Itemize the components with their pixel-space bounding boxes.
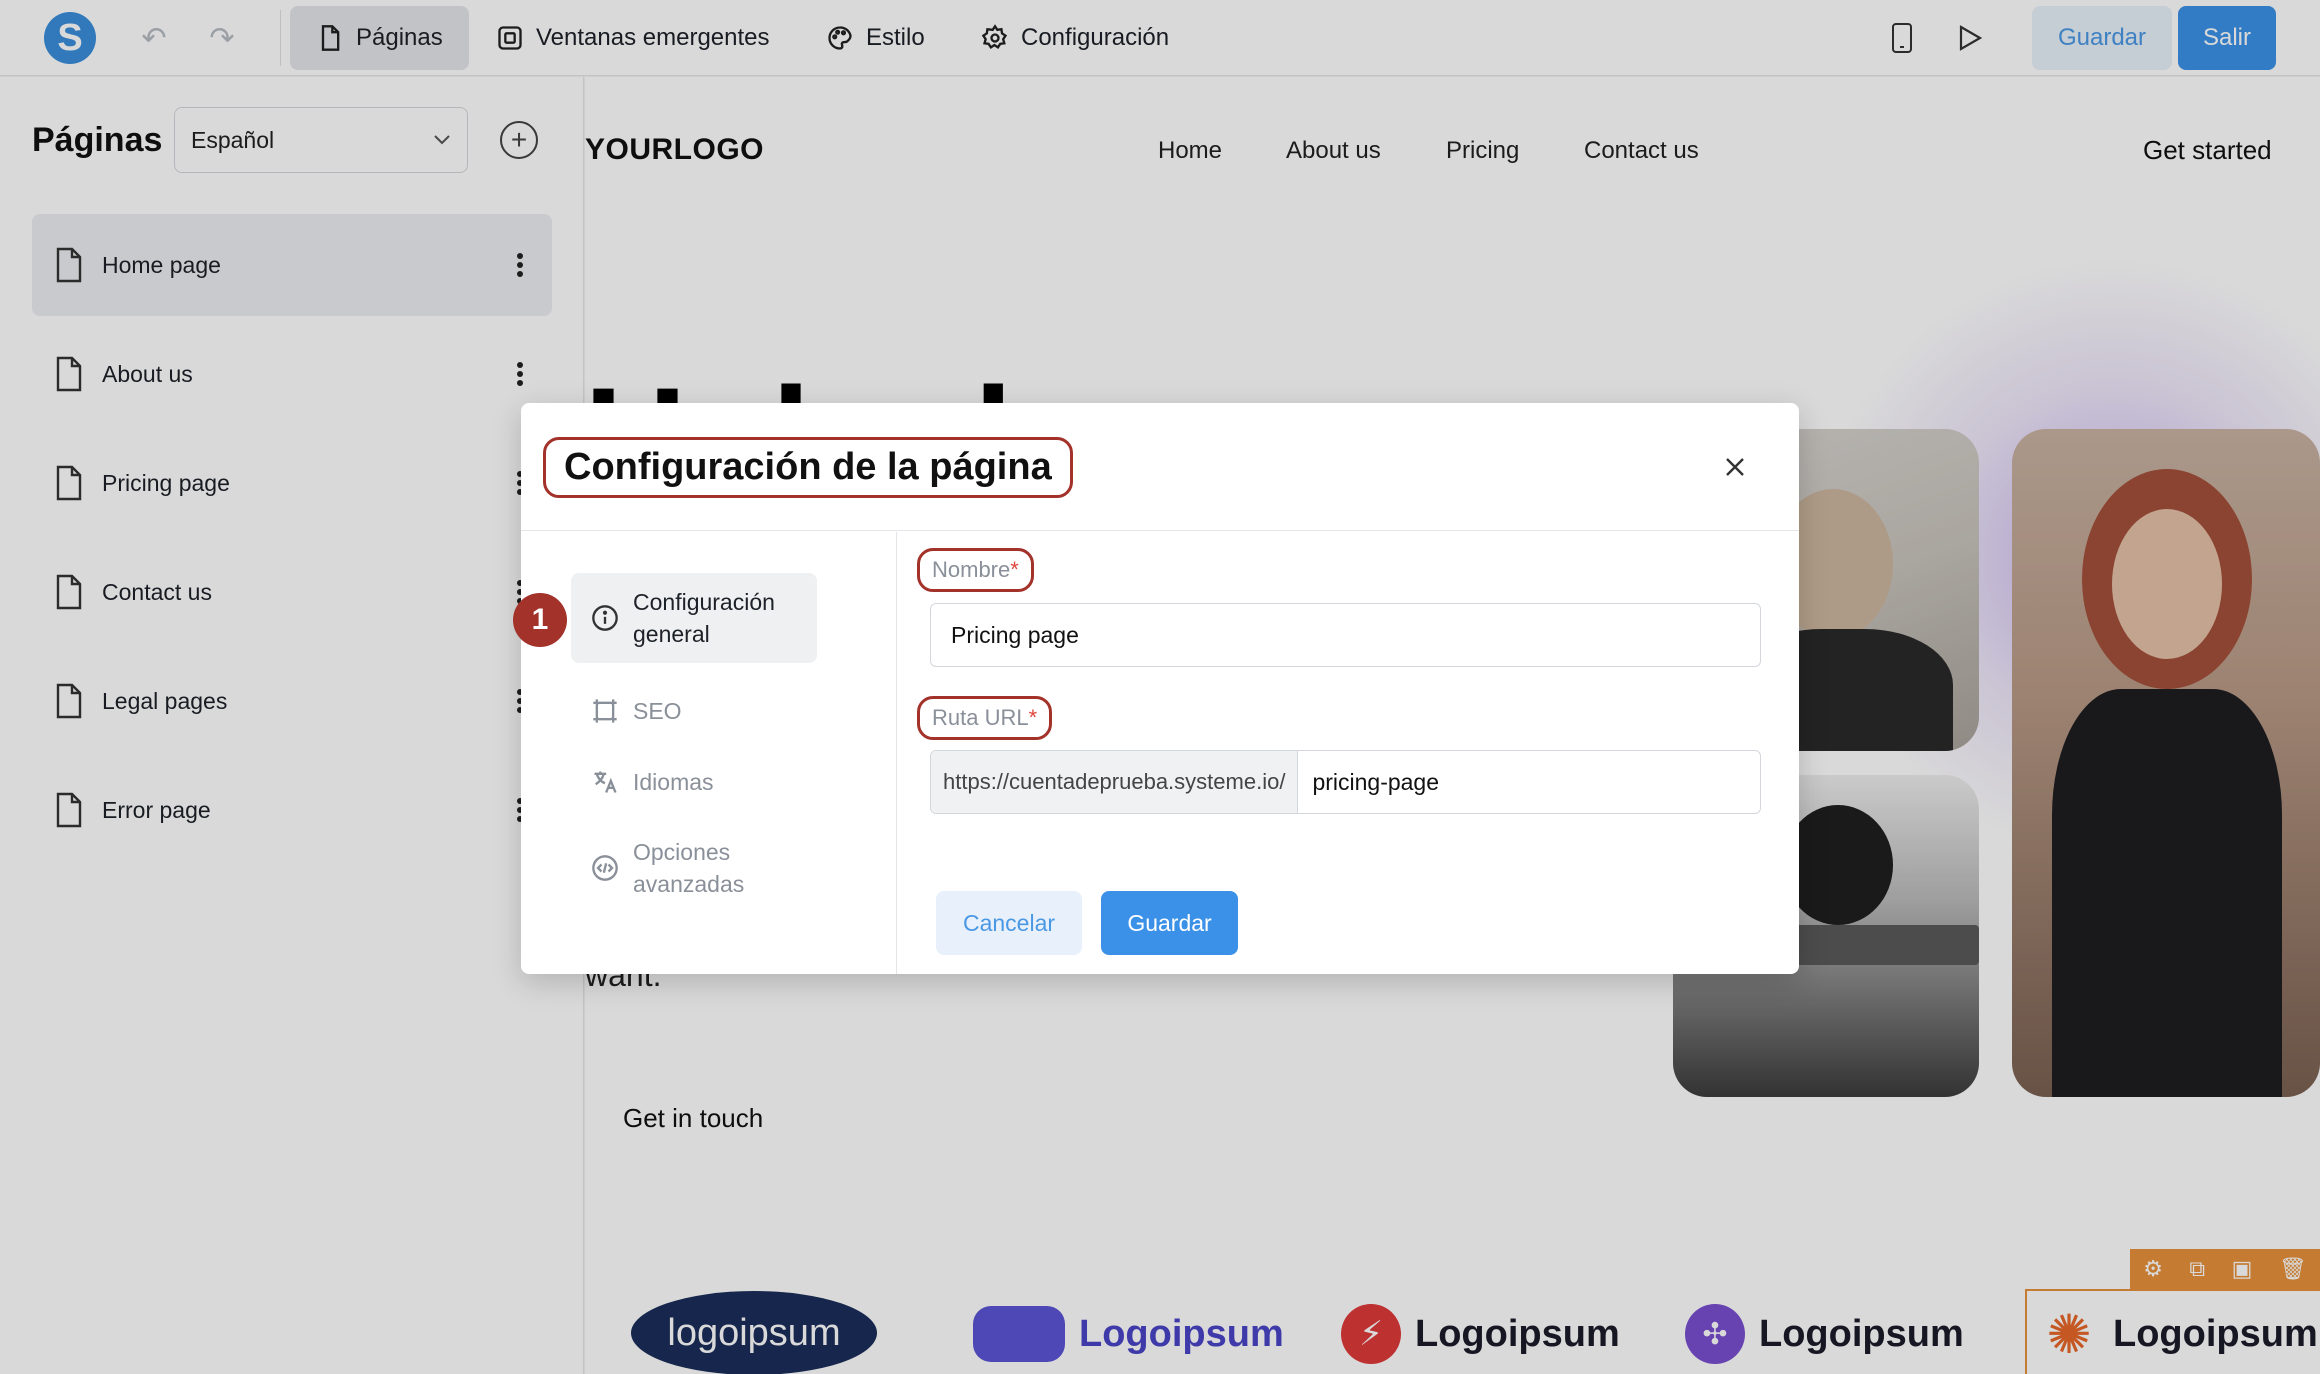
page-settings-modal: Configuración de la página 1 Configuraci… bbox=[513, 403, 1799, 974]
required-mark: * bbox=[1028, 705, 1038, 730]
modal-header: Configuración de la página bbox=[521, 403, 1799, 531]
page-name-value: Pricing page bbox=[951, 621, 1079, 648]
cancel-button[interactable]: Cancelar bbox=[936, 891, 1082, 955]
url-field-label: Ruta URL* bbox=[917, 696, 1053, 740]
seo-icon bbox=[593, 699, 617, 723]
url-path-field: https://cuentadeprueba.systeme.io/ prici… bbox=[930, 750, 1761, 814]
info-icon bbox=[592, 605, 618, 631]
tab-seo[interactable]: SEO bbox=[571, 682, 817, 740]
tab-general-settings-label: Configuración general bbox=[633, 589, 775, 647]
url-prefix: https://cuentadeprueba.systeme.io/ bbox=[931, 751, 1299, 813]
name-field-label: Nombre* bbox=[917, 548, 1034, 592]
tab-languages-label: Idiomas bbox=[633, 768, 714, 795]
tab-general-settings[interactable]: Configuración general bbox=[571, 573, 817, 663]
tab-languages[interactable]: Idiomas bbox=[571, 753, 817, 811]
page-name-input[interactable]: Pricing page bbox=[930, 603, 1761, 667]
modal-sidebar: 1 Configuración general SEO Idiomas Opci… bbox=[513, 532, 897, 974]
close-icon[interactable] bbox=[1717, 449, 1753, 485]
modal-save-button[interactable]: Guardar bbox=[1101, 891, 1238, 955]
url-path-input[interactable]: pricing-page bbox=[1298, 751, 1760, 813]
step-badge: 1 bbox=[513, 593, 567, 647]
tab-advanced-options[interactable]: Opciones avanzadas bbox=[571, 823, 817, 913]
tab-seo-label: SEO bbox=[633, 697, 682, 724]
tab-advanced-options-label: Opciones avanzadas bbox=[633, 839, 745, 897]
required-mark: * bbox=[1010, 557, 1019, 582]
code-icon bbox=[592, 855, 618, 881]
modal-title: Configuración de la página bbox=[543, 437, 1073, 498]
translate-icon bbox=[594, 771, 617, 793]
